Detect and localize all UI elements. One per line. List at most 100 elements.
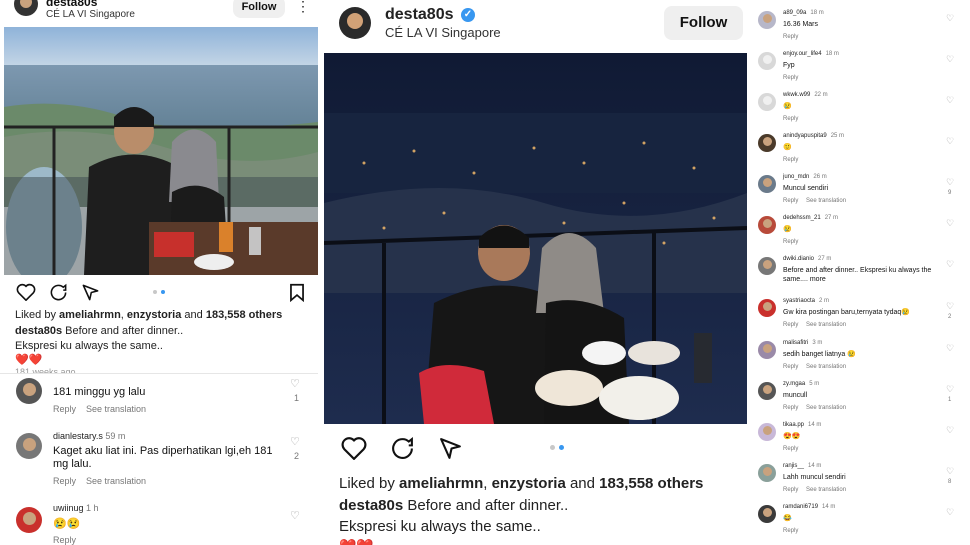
comment-username[interactable]: wkwk.w99 22 m xyxy=(783,92,828,98)
post-location[interactable]: CÉ LA VI Singapore xyxy=(385,25,501,40)
comment-like-icon[interactable]: ♡ xyxy=(946,13,954,24)
reply-button[interactable]: Reply xyxy=(783,75,798,81)
comment-like-icon[interactable]: ♡ xyxy=(946,466,954,477)
post-username[interactable]: desta80s xyxy=(46,0,97,9)
comment-like-icon[interactable]: ♡ xyxy=(290,435,300,448)
comment-like-icon[interactable]: ♡ xyxy=(946,343,954,354)
reply-button[interactable]: Reply xyxy=(783,157,798,163)
comment-username[interactable]: zy.mgaa 5 m xyxy=(783,381,819,387)
reply-button[interactable]: Reply xyxy=(783,198,798,204)
see-translation-button[interactable]: See translation xyxy=(806,405,846,411)
comment-like-icon[interactable]: ♡ xyxy=(290,509,300,522)
comment-username[interactable]: ramdani6719 14 m xyxy=(783,504,835,510)
caption-username[interactable]: desta80s xyxy=(15,325,62,337)
post-photo-day[interactable] xyxy=(4,27,318,275)
comment-username[interactable]: uwiinug 1 h xyxy=(53,503,99,513)
comment-username[interactable]: ranjis__ 14 m xyxy=(783,463,821,469)
bookmark-icon[interactable] xyxy=(289,283,305,307)
comment-icon[interactable] xyxy=(49,283,68,307)
comment-avatar[interactable] xyxy=(16,433,42,459)
comment-item: wkwk.w99 22 m 😢 Reply ♡ xyxy=(752,92,970,132)
comment-like-icon[interactable]: ♡ xyxy=(946,54,954,65)
post-photo-night[interactable] xyxy=(324,53,747,424)
liked-user-2[interactable]: enzystoria xyxy=(492,475,566,492)
comment-avatar[interactable] xyxy=(758,423,776,441)
comment-like-icon[interactable]: ♡ xyxy=(946,95,954,106)
comment-item: tikaa.pp 14 m 😍😍 Reply ♡ xyxy=(752,422,970,462)
comment-like-icon[interactable]: ♡ xyxy=(946,384,954,395)
reply-button[interactable]: Reply xyxy=(53,476,76,486)
comment-username[interactable]: juno_mdn 26 m xyxy=(783,174,827,180)
comment-username[interactable]: syastriaocta 2 m xyxy=(783,298,829,304)
caption-username[interactable]: desta80s xyxy=(339,497,403,514)
comment-username[interactable]: tikaa.pp 14 m xyxy=(783,422,821,428)
comment-text: Kaget aku liat ini. Pas diperhatikan lgi… xyxy=(53,445,273,470)
comment-like-icon[interactable]: ♡ xyxy=(946,177,954,188)
reply-button[interactable]: Reply xyxy=(783,239,798,245)
liked-count[interactable]: 183,558 others xyxy=(206,309,282,321)
reply-button[interactable]: Reply xyxy=(783,405,798,411)
comment-avatar[interactable] xyxy=(758,93,776,111)
like-icon[interactable] xyxy=(16,283,36,306)
comment-username[interactable]: dedehssm_21 27 m xyxy=(783,215,838,221)
see-translation-button[interactable]: See translation xyxy=(806,364,846,370)
comment-avatar[interactable] xyxy=(758,382,776,400)
reply-button[interactable]: Reply xyxy=(783,34,798,40)
comment-avatar[interactable] xyxy=(758,257,776,275)
comment-avatar[interactable] xyxy=(758,464,776,482)
comment-avatar[interactable] xyxy=(16,507,42,533)
comment-like-icon[interactable]: ♡ xyxy=(946,218,954,229)
share-icon[interactable] xyxy=(81,283,100,307)
see-translation-button[interactable]: See translation xyxy=(86,404,146,414)
liked-user-1[interactable]: ameliahrmn xyxy=(399,475,483,492)
reply-button[interactable]: Reply xyxy=(53,535,76,545)
comment-avatar[interactable] xyxy=(16,378,42,404)
reply-button[interactable]: Reply xyxy=(783,116,798,122)
comment-icon[interactable] xyxy=(390,436,415,466)
comment-like-count: 8 xyxy=(948,479,952,485)
comment-like-icon[interactable]: ♡ xyxy=(290,377,300,390)
reply-button[interactable]: Reply xyxy=(783,446,798,452)
more-options-icon[interactable]: ⋮ xyxy=(296,0,310,15)
liked-count[interactable]: 183,558 others xyxy=(599,475,703,492)
see-translation-button[interactable]: See translation xyxy=(806,487,846,493)
comment-like-icon[interactable]: ♡ xyxy=(946,259,954,270)
see-translation-button[interactable]: See translation xyxy=(86,476,146,486)
comment-username[interactable]: dianlestary.s 59 m xyxy=(53,431,125,441)
comment-avatar[interactable] xyxy=(758,11,776,29)
post-avatar[interactable] xyxy=(14,0,38,16)
reply-button[interactable]: Reply xyxy=(783,487,798,493)
comment-username[interactable]: enjoy.our_life4 18 m xyxy=(783,51,839,57)
liked-user-2[interactable]: enzystoria xyxy=(127,309,181,321)
comment-avatar[interactable] xyxy=(758,299,776,317)
comment-like-icon[interactable]: ♡ xyxy=(946,507,954,518)
follow-button[interactable]: Follow xyxy=(233,0,285,18)
like-icon[interactable] xyxy=(341,436,367,465)
post-location[interactable]: CÉ LA VI Singapore xyxy=(46,9,135,20)
share-icon[interactable] xyxy=(438,436,463,466)
comment-like-icon[interactable]: ♡ xyxy=(946,301,954,312)
follow-button[interactable]: Follow xyxy=(664,6,743,40)
comment-like-icon[interactable]: ♡ xyxy=(946,425,954,436)
comment-like-icon[interactable]: ♡ xyxy=(946,136,954,147)
reply-button[interactable]: Reply xyxy=(783,364,798,370)
reply-button[interactable]: Reply xyxy=(53,404,76,414)
comment-avatar[interactable] xyxy=(758,134,776,152)
comment-username[interactable]: malisafitri 3 m xyxy=(783,340,822,346)
comment-avatar[interactable] xyxy=(758,52,776,70)
comment-avatar[interactable] xyxy=(758,216,776,234)
post-username[interactable]: desta80s xyxy=(385,6,454,23)
comment-text: Before and after dinner.. Ekspresi ku al… xyxy=(783,267,932,283)
comment-username[interactable]: a89_09a 18 m xyxy=(783,10,824,16)
comment-avatar[interactable] xyxy=(758,175,776,193)
see-translation-button[interactable]: See translation xyxy=(806,322,846,328)
comment-avatar[interactable] xyxy=(758,341,776,359)
post-avatar[interactable] xyxy=(339,7,371,39)
liked-user-1[interactable]: ameliahrmn xyxy=(59,309,121,321)
reply-button[interactable]: Reply xyxy=(783,528,798,534)
reply-button[interactable]: Reply xyxy=(783,322,798,328)
comment-avatar[interactable] xyxy=(758,505,776,523)
comment-username[interactable]: dwiki.dianio 27 m xyxy=(783,256,831,262)
see-translation-button[interactable]: See translation xyxy=(806,198,846,204)
comment-username[interactable]: anindyapuspita9 25 m xyxy=(783,133,844,139)
